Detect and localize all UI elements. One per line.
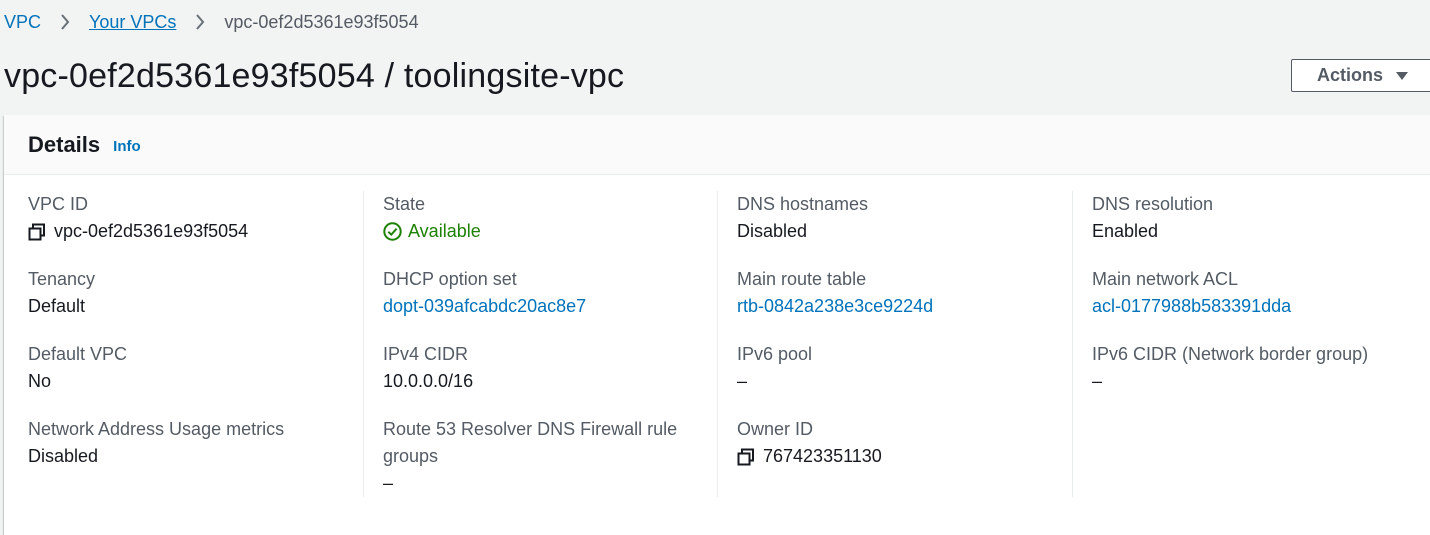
- breadcrumb-your-vpcs[interactable]: Your VPCs: [89, 12, 176, 33]
- actions-button[interactable]: Actions: [1291, 59, 1430, 92]
- field-value: 10.0.0.0/16: [383, 371, 474, 391]
- field-main-route-table: Main route table rtb-0842a238e3ce9224d: [737, 266, 1057, 320]
- status-badge: Available: [408, 221, 481, 241]
- field-value: No: [28, 371, 52, 391]
- field-value: –: [1092, 371, 1103, 391]
- field-label: Route 53 Resolver DNS Firewall rule grou…: [383, 419, 678, 466]
- chevron-right-icon: [195, 14, 205, 30]
- check-circle-icon: [383, 222, 402, 241]
- field-default-vpc: Default VPC No: [28, 341, 348, 395]
- field-nau-metrics: Network Address Usage metrics Disabled: [28, 416, 348, 470]
- field-label: DHCP option set: [383, 269, 517, 289]
- copy-icon[interactable]: [28, 223, 46, 241]
- field-vpc-id: VPC ID vpc-0ef2d5361e93f5054: [28, 191, 348, 245]
- field-label: IPv6 pool: [737, 344, 813, 364]
- breadcrumb-vpc[interactable]: VPC: [4, 12, 41, 33]
- field-ipv6-cidr: IPv6 CIDR (Network border group) –: [1092, 341, 1412, 395]
- field-dns-hostnames: DNS hostnames Disabled: [737, 191, 1057, 245]
- details-panel: Details Info VPC ID vpc-0ef2d5361e93f505…: [4, 115, 1430, 535]
- field-value: Enabled: [1092, 221, 1159, 241]
- page-title: vpc-0ef2d5361e93f5054 / toolingsite-vpc: [4, 57, 625, 95]
- field-label: DNS resolution: [1092, 194, 1214, 214]
- field-ipv4-cidr: IPv4 CIDR 10.0.0.0/16: [383, 341, 703, 395]
- main-network-acl-link[interactable]: acl-0177988b583391dda: [1092, 293, 1412, 320]
- field-value: –: [383, 473, 394, 493]
- details-column-4: DNS resolution Enabled Main network ACL …: [1072, 191, 1428, 497]
- field-label: VPC ID: [28, 194, 89, 214]
- details-column-3: DNS hostnames Disabled Main route table …: [717, 191, 1073, 497]
- field-value: Disabled: [737, 221, 808, 241]
- field-label: IPv4 CIDR: [383, 344, 469, 364]
- field-label: IPv6 CIDR (Network border group): [1092, 344, 1369, 364]
- actions-button-label: Actions: [1317, 65, 1384, 85]
- field-label: Network Address Usage metrics: [28, 419, 285, 439]
- copy-icon[interactable]: [737, 448, 755, 466]
- field-value: –: [737, 371, 748, 391]
- details-column-1: VPC ID vpc-0ef2d5361e93f5054 Tenancy Def…: [4, 191, 359, 497]
- field-state: State Available: [383, 191, 703, 245]
- field-label: Tenancy: [28, 269, 96, 289]
- field-label: DNS hostnames: [737, 194, 869, 214]
- field-label: Owner ID: [737, 419, 814, 439]
- field-value: vpc-0ef2d5361e93f5054: [54, 221, 249, 241]
- field-dhcp-option-set: DHCP option set dopt-039afcabdc20ac8e7: [383, 266, 703, 320]
- field-value: Disabled: [28, 446, 99, 466]
- field-route53-firewall: Route 53 Resolver DNS Firewall rule grou…: [383, 416, 683, 497]
- chevron-right-icon: [60, 14, 70, 30]
- field-owner-id: Owner ID 767423351130: [737, 416, 1057, 470]
- caret-down-icon: [1395, 71, 1409, 81]
- dhcp-option-set-link[interactable]: dopt-039afcabdc20ac8e7: [383, 293, 703, 320]
- details-title: Details: [28, 131, 101, 157]
- field-label: Default VPC: [28, 344, 128, 364]
- field-label: Main route table: [737, 269, 867, 289]
- breadcrumb-current: vpc-0ef2d5361e93f5054: [224, 11, 419, 32]
- details-column-2: State Available DHCP option set dopt-039…: [363, 191, 719, 497]
- breadcrumb: VPC Your VPCs vpc-0ef2d5361e93f5054: [4, 11, 419, 33]
- info-link[interactable]: Info: [113, 138, 141, 155]
- main-route-table-link[interactable]: rtb-0842a238e3ce9224d: [737, 293, 1057, 320]
- field-dns-resolution: DNS resolution Enabled: [1092, 191, 1412, 245]
- field-label: Main network ACL: [1092, 269, 1239, 289]
- field-ipv6-pool: IPv6 pool –: [737, 341, 1057, 395]
- field-value: 767423351130: [763, 446, 882, 466]
- details-header: Details Info: [4, 115, 1430, 175]
- field-tenancy: Tenancy Default: [28, 266, 348, 320]
- field-value: Default: [28, 296, 86, 316]
- field-label: State: [383, 194, 426, 214]
- field-main-network-acl: Main network ACL acl-0177988b583391dda: [1092, 266, 1412, 320]
